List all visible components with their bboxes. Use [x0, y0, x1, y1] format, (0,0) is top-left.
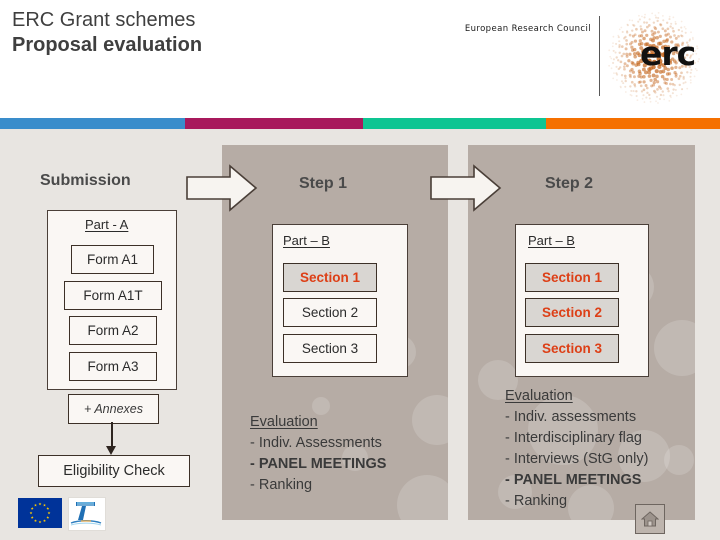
- color-bar-teal: [363, 118, 546, 129]
- org-caption: European Research Council: [464, 24, 591, 34]
- title-line-2: Proposal evaluation: [12, 34, 203, 56]
- step1-evaluation-item: - PANEL MEETINGS: [250, 456, 387, 472]
- step1-heading: Step 1: [299, 175, 348, 192]
- connector-arrowhead: [106, 446, 116, 455]
- step1-evaluation-item: - Ranking: [250, 477, 313, 493]
- step2-evaluation-item: - Interdisciplinary flag: [505, 430, 642, 446]
- step2-evaluation-item: - PANEL MEETINGS: [505, 472, 642, 488]
- step1-evaluation-heading: Evaluation: [250, 414, 318, 430]
- color-bar-blue: [0, 118, 185, 129]
- connector-line: [111, 422, 113, 449]
- annexes-box[interactable]: + Annexes: [68, 394, 159, 424]
- form-a1t-box[interactable]: Form A1T: [64, 281, 162, 310]
- arrow-step1-to-step2: [430, 164, 502, 212]
- submission-heading: Submission: [40, 172, 131, 189]
- step2-section-1[interactable]: Section 1: [525, 263, 619, 292]
- step1-section-3[interactable]: Section 3: [283, 334, 377, 363]
- eu-flag-icon: [18, 498, 62, 528]
- step2-section-3[interactable]: Section 3: [525, 334, 619, 363]
- arrow-submission-to-step1: [186, 164, 258, 212]
- title-line-1: ERC Grant schemes: [12, 9, 196, 31]
- step2-evaluation-block: Evaluation - Indiv. assessments - Interd…: [505, 386, 648, 512]
- slide-canvas: ERC Grant schemes Proposal evaluation Eu…: [0, 0, 720, 540]
- step2-evaluation-item: - Indiv. assessments: [505, 409, 637, 425]
- step1-part-b-label: Part – B: [283, 233, 330, 248]
- color-bar-magenta: [185, 118, 363, 129]
- erc-branding: European Research Council erc: [465, 8, 714, 108]
- color-bar-orange: [546, 118, 720, 129]
- fp7-logo-icon: [68, 497, 106, 531]
- step2-evaluation-item: - Interviews (StG only): [505, 451, 649, 467]
- erc-logo: erc: [604, 8, 714, 108]
- brand-color-bar: [0, 118, 720, 129]
- step1-section-2[interactable]: Section 2: [283, 298, 377, 327]
- header-divider: [599, 16, 600, 96]
- home-icon[interactable]: [635, 504, 665, 534]
- eligibility-check-box[interactable]: Eligibility Check: [38, 455, 190, 487]
- form-a1-box[interactable]: Form A1: [71, 245, 154, 274]
- step1-evaluation-item: - Indiv. Assessments: [250, 435, 382, 451]
- step2-heading: Step 2: [545, 175, 594, 192]
- erc-wordmark: erc: [640, 34, 696, 73]
- step2-section-2[interactable]: Section 2: [525, 298, 619, 327]
- step2-evaluation-item: - Ranking: [505, 493, 568, 509]
- form-a2-box[interactable]: Form A2: [69, 316, 157, 345]
- page-title: ERC Grant schemes Proposal evaluation: [12, 8, 202, 58]
- step1-evaluation-block: Evaluation - Indiv. Assessments - PANEL …: [250, 412, 386, 496]
- step2-evaluation-heading: Evaluation: [505, 388, 573, 404]
- step1-section-1[interactable]: Section 1: [283, 263, 377, 292]
- step2-part-b-label: Part – B: [528, 233, 575, 248]
- slide-header: ERC Grant schemes Proposal evaluation Eu…: [0, 0, 720, 118]
- form-a3-box[interactable]: Form A3: [69, 352, 157, 381]
- part-a-label: Part - A: [85, 217, 129, 232]
